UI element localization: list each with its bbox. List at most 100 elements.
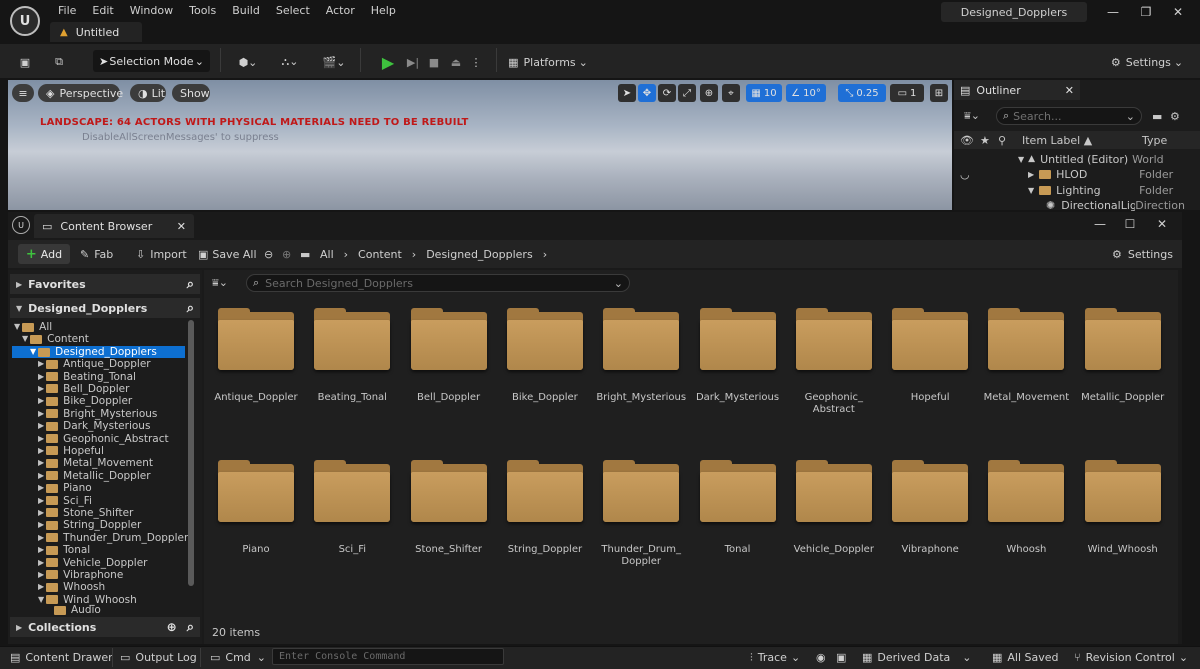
outliner-tab[interactable]: ▤ Outliner ✕: [954, 80, 1080, 100]
breadcrumb-content[interactable]: Content: [358, 248, 402, 261]
fab-button[interactable]: ✎ Fab: [80, 245, 113, 263]
all-saved-button[interactable]: ▦ All Saved: [992, 649, 1059, 666]
lit-button[interactable]: ◑ Lit: [130, 84, 166, 102]
tree-item-folder[interactable]: ▶ Metal_Movement: [38, 457, 153, 469]
history-forward-icon[interactable]: ⊕: [282, 246, 296, 262]
project-tab[interactable]: ▲ Untitled: [50, 22, 142, 42]
tree-item-folder[interactable]: ▶ Sci_Fi: [38, 494, 92, 507]
folder-tile[interactable]: Piano: [216, 460, 296, 604]
folder-tile[interactable]: Hopeful: [890, 308, 970, 452]
tree-item-all[interactable]: ▼ All: [14, 321, 52, 333]
filter-icon[interactable]: ⩸⌄: [212, 276, 238, 290]
favorite-star-icon[interactable]: ★: [980, 134, 992, 147]
visibility-icon[interactable]: 👁: [960, 134, 974, 147]
camera-speed-button[interactable]: ▭ 1: [890, 84, 924, 102]
content-drawer-button[interactable]: ▤ Content Drawer: [10, 649, 113, 666]
save-icon[interactable]: ▣: [14, 50, 36, 74]
menu-build[interactable]: Build: [232, 4, 260, 17]
cmd-dropdown[interactable]: ▭ Cmd ⌄: [210, 649, 266, 666]
tree-item-folder[interactable]: ▶ Metallic_Doppler: [38, 470, 151, 482]
import-button[interactable]: ⇩ Import: [136, 245, 187, 263]
folder-tile[interactable]: Geophonic_ Abstract: [794, 308, 874, 452]
step-icon[interactable]: ▶|: [402, 50, 424, 74]
record-icon[interactable]: ◉: [816, 649, 826, 666]
tree-item-folder[interactable]: ▶ Hopeful: [38, 445, 104, 457]
scale-tool-icon[interactable]: ⤢: [678, 84, 696, 102]
hamburger-menu-icon[interactable]: ≡: [12, 84, 34, 102]
play-icon[interactable]: ▶: [376, 50, 400, 74]
search-icon[interactable]: ⌕: [187, 620, 194, 635]
close-icon[interactable]: ✕: [177, 220, 186, 233]
minimize-icon[interactable]: —: [1090, 216, 1110, 232]
tree-item-folder[interactable]: ▶ Whoosh: [38, 581, 105, 593]
menu-select[interactable]: Select: [276, 4, 310, 17]
tree-item-folder[interactable]: ▶ Bell_Doppler: [38, 383, 129, 395]
folder-tile[interactable]: Wind_Whoosh: [1083, 460, 1163, 604]
blueprint-icon[interactable]: ⛬⌄: [274, 50, 306, 74]
scale-snap-toggle[interactable]: ⤡ 0.25: [838, 84, 886, 102]
eject-icon[interactable]: ⏏: [446, 50, 466, 74]
rotate-tool-icon[interactable]: ⟳: [658, 84, 676, 102]
menu-help[interactable]: Help: [371, 4, 396, 17]
maximize-icon[interactable]: ☐: [1120, 216, 1140, 232]
add-folder-icon[interactable]: ▬: [1152, 108, 1166, 124]
outliner-row[interactable]: ✺ DirectionalLig Direction: [954, 197, 1200, 213]
revision-control-button[interactable]: ⑂ Revision Control ⌄: [1074, 649, 1188, 666]
tree-item-audio[interactable]: Audio: [54, 605, 101, 615]
add-actor-icon[interactable]: ⬢⌄: [232, 50, 264, 74]
filter-icon[interactable]: ⩸⌄: [964, 108, 990, 124]
tree-item-folder[interactable]: ▶ Vibraphone: [38, 569, 123, 581]
tree-item-folder[interactable]: ▶ Bike_Doppler: [38, 395, 132, 407]
tree-item-folder[interactable]: ▶ Dark_Mysterious: [38, 420, 150, 432]
broadcast-icon[interactable]: ▣: [836, 649, 846, 666]
folder-tile[interactable]: Vibraphone: [890, 460, 970, 604]
history-back-icon[interactable]: ⊖: [264, 246, 278, 262]
tree-item-folder[interactable]: ▶ Thunder_Drum_Doppler: [38, 532, 188, 544]
selection-mode-dropdown[interactable]: ➤ Selection Mode ⌄: [93, 50, 210, 72]
close-icon[interactable]: ✕: [1065, 84, 1074, 97]
item-label-column[interactable]: Item Label ▲: [1022, 134, 1138, 147]
folder-tile[interactable]: Tonal: [698, 460, 778, 604]
folder-tile[interactable]: Dark_Mysterious: [696, 308, 779, 452]
tree-item-folder[interactable]: ▶ Stone_Shifter: [38, 507, 133, 519]
add-collection-icon[interactable]: ⊕: [167, 620, 177, 634]
search-icon[interactable]: ⌕: [187, 301, 194, 316]
tree-item-folder[interactable]: ▶ String_Doppler: [38, 519, 141, 531]
outliner-row[interactable]: ▼ ▲ Untitled (Editor) World: [954, 151, 1200, 167]
folder-tile[interactable]: Metallic_Doppler: [1081, 308, 1164, 452]
maximize-icon[interactable]: ❐: [1136, 4, 1156, 20]
tree-scrollbar[interactable]: [188, 320, 194, 586]
tree-item-folder[interactable]: ▶ Antique_Doppler: [38, 358, 151, 370]
translate-tool-icon[interactable]: ✥: [638, 84, 656, 102]
stop-icon[interactable]: ■: [424, 50, 444, 74]
content-browser-tab[interactable]: ▭ Content Browser ✕: [34, 214, 194, 238]
add-button[interactable]: + Add: [18, 244, 70, 264]
viewport-layout-icon[interactable]: ⊞: [930, 84, 948, 102]
select-tool-icon[interactable]: ➤: [618, 84, 636, 102]
platforms-button[interactable]: ▦ Platforms ⌄: [508, 50, 588, 74]
settings-button[interactable]: ⚙ Settings ⌄: [1110, 50, 1184, 74]
folder-tile[interactable]: Beating_Tonal: [312, 308, 392, 452]
favorites-header[interactable]: ▶ Favorites ⌕: [10, 274, 200, 294]
outliner-row[interactable]: ▼ Lighting Folder: [954, 182, 1200, 198]
grid-snap-toggle[interactable]: ▦ 10: [746, 84, 782, 102]
menu-file[interactable]: File: [58, 4, 76, 17]
console-command-input[interactable]: Enter Console Command: [272, 648, 504, 665]
show-button[interactable]: Show: [172, 84, 210, 102]
folder-tile[interactable]: Whoosh: [986, 460, 1066, 604]
unreal-logo-icon[interactable]: U: [10, 6, 40, 36]
search-icon[interactable]: ⌕: [187, 277, 194, 292]
more-options-icon[interactable]: ⋮: [468, 50, 484, 74]
tree-item-designed-dopplers[interactable]: ▼ Designed_Dopplers: [12, 346, 185, 359]
tree-item-folder[interactable]: ▶ Vehicle_Doppler: [38, 556, 148, 569]
folder-tile[interactable]: Vehicle_Doppler: [794, 460, 874, 604]
pin-icon[interactable]: ⚲: [998, 134, 1010, 147]
minimize-icon[interactable]: —: [1103, 4, 1123, 20]
folder-tile[interactable]: Bright_Mysterious: [596, 308, 686, 452]
outliner-row[interactable]: ◡ ▶ HLOD Folder: [954, 166, 1200, 182]
folder-tile[interactable]: Bike_Doppler: [505, 308, 585, 452]
type-column[interactable]: Type: [1142, 134, 1167, 147]
derived-data-button[interactable]: ▦ Derived Data ⌄: [862, 649, 971, 666]
folder-tile[interactable]: Sci_Fi: [312, 460, 392, 604]
menu-edit[interactable]: Edit: [92, 4, 113, 17]
